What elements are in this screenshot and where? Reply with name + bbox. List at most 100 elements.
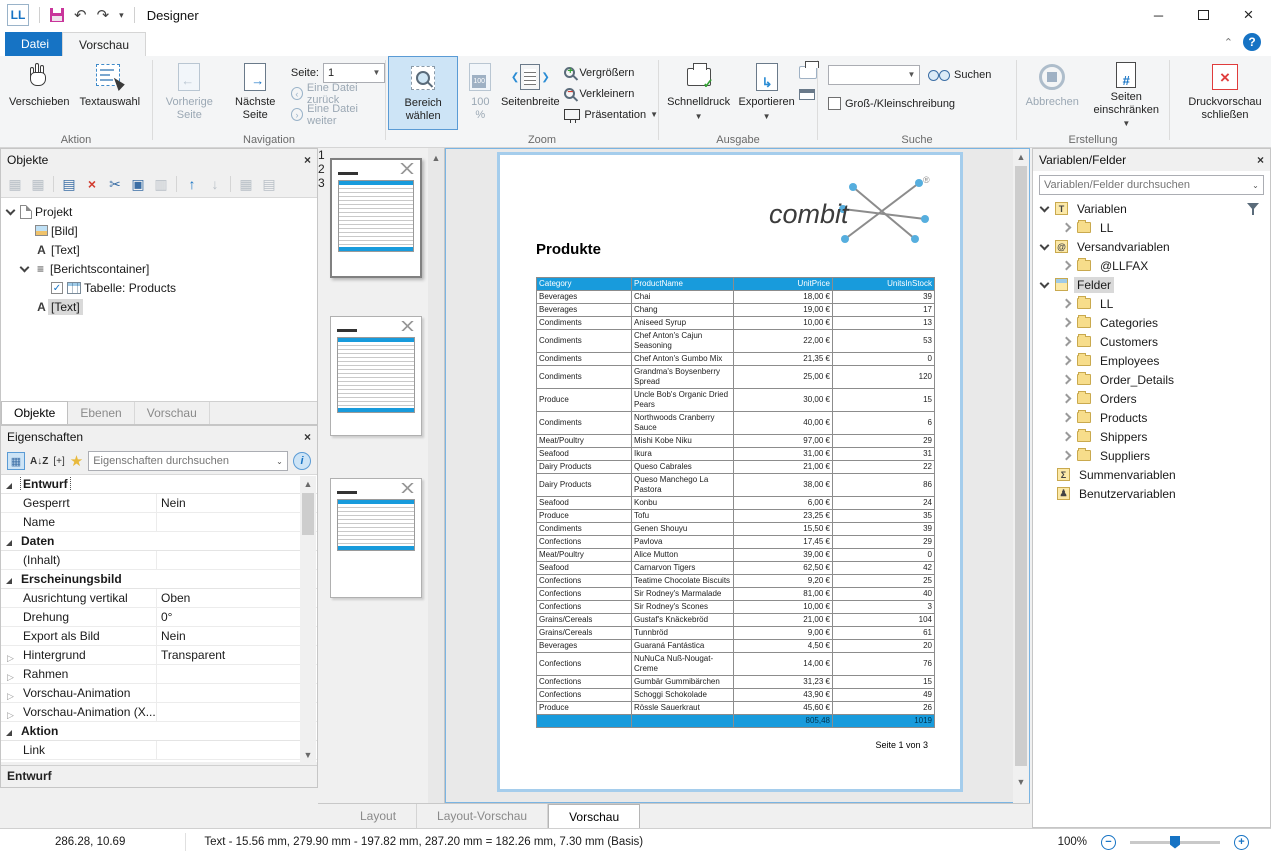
thumbnail-scrollbar[interactable]: ▲ xyxy=(428,148,444,803)
expand-all-icon[interactable]: [+] xyxy=(53,456,64,467)
insert-table-icon[interactable]: ▦ xyxy=(7,176,23,193)
praesentation-button[interactable]: Präsentation ▼ xyxy=(564,104,658,125)
naechste-seite-button[interactable]: → Nächste Seite xyxy=(224,56,287,130)
eigenschaften-search-combobox[interactable]: ⌄ xyxy=(88,451,288,471)
tree-item-berichtscontainer[interactable]: ≡ [Berichtscontainer] xyxy=(1,259,317,278)
tab-vorschau[interactable]: Vorschau xyxy=(62,32,146,56)
app-icon[interactable]: LL xyxy=(7,4,29,26)
schnelldruck-button[interactable]: ✓ Schnelldruck ▼ xyxy=(663,56,734,130)
property-row[interactable]: Export als BildNein xyxy=(1,627,317,646)
suchen-button[interactable]: Suchen xyxy=(928,64,991,85)
seite-combobox[interactable]: 1▼ xyxy=(323,63,385,83)
exportieren-button[interactable]: ↳ Exportieren ▼ xyxy=(734,56,799,130)
seitenbreite-button[interactable]: ❮❯ Seitenbreite xyxy=(502,56,558,130)
copy-icon[interactable]: ▣ xyxy=(130,176,146,193)
property-group-erscheinungsbild[interactable]: Erscheinungsbild xyxy=(1,570,317,589)
property-row[interactable]: ▷Vorschau-Animation xyxy=(1,684,317,703)
zoom-slider[interactable] xyxy=(1130,841,1220,844)
chevron-right-icon[interactable] xyxy=(1062,356,1072,366)
chevron-right-icon[interactable] xyxy=(1062,223,1072,233)
property-group-entwurf[interactable]: Entwurf xyxy=(1,475,317,494)
abbrechen-button[interactable]: Abbrechen xyxy=(1021,56,1084,130)
tree-item-bild[interactable]: [Bild] xyxy=(1,221,317,240)
chevron-right-icon[interactable] xyxy=(1062,451,1072,461)
search-combobox[interactable]: ▼ xyxy=(828,65,920,85)
chevron-down-icon[interactable] xyxy=(6,205,16,215)
textauswahl-button[interactable]: Textauswahl xyxy=(75,56,146,130)
var-tree-item-employees[interactable]: Employees xyxy=(1033,351,1270,370)
favorites-star-icon[interactable]: ★ xyxy=(70,452,83,470)
close-button[interactable]: × xyxy=(1226,0,1271,30)
tree-item-projekt[interactable]: Projekt xyxy=(1,202,317,221)
chevron-right-icon[interactable] xyxy=(1062,299,1072,309)
eigenschaften-search-input[interactable] xyxy=(89,455,272,467)
redo-icon[interactable]: ↷ xyxy=(97,6,110,24)
var-tree-item-felder[interactable]: Felder xyxy=(1033,275,1270,294)
delete-icon[interactable]: × xyxy=(84,176,100,192)
filter-icon[interactable] xyxy=(1247,203,1260,215)
property-row[interactable]: ▷Vorschau-Animation (X... xyxy=(1,703,317,722)
vorherige-seite-button[interactable]: ← Vorherige Seite xyxy=(155,56,224,130)
preview-scrollbar[interactable]: ▲ ▼ xyxy=(1013,149,1029,804)
edit-list-icon[interactable]: ▤ xyxy=(261,176,277,193)
assign-table-icon[interactable]: ▦ xyxy=(238,176,254,193)
chevron-right-icon[interactable] xyxy=(1062,375,1072,385)
property-row[interactable]: Name xyxy=(1,513,317,532)
var-tree-item-summenvariablen[interactable]: ΣSummenvariablen xyxy=(1033,465,1270,484)
var-tree-item-ll[interactable]: LL xyxy=(1033,294,1270,313)
var-tree-item-customers[interactable]: Customers xyxy=(1033,332,1270,351)
view-tab-layout-vorschau[interactable]: Layout-Vorschau xyxy=(417,804,548,828)
zoom-out-button[interactable]: − xyxy=(1101,835,1116,850)
eigenschaften-scrollbar[interactable]: ▲ ▼ xyxy=(300,476,316,763)
panel-tab-ebenen[interactable]: Ebenen xyxy=(68,402,134,424)
tree-item-text2[interactable]: A [Text] xyxy=(1,297,317,316)
verkleinern-button[interactable]: − Verkleinern xyxy=(564,83,658,104)
page-thumbnail-2[interactable] xyxy=(330,316,422,436)
panel-tab-objekte[interactable]: Objekte xyxy=(1,401,68,424)
minimize-button[interactable]: ─ xyxy=(1136,0,1181,30)
chevron-down-icon[interactable]: ▼ xyxy=(369,68,384,77)
save-icon[interactable] xyxy=(50,8,64,22)
case-checkbox[interactable] xyxy=(828,97,841,110)
var-tree-item-@llfax[interactable]: @LLFAX xyxy=(1033,256,1270,275)
property-row[interactable]: Link xyxy=(1,741,317,760)
search-input[interactable] xyxy=(829,69,904,81)
chevron-right-icon[interactable] xyxy=(1062,413,1072,423)
page-thumbnail-3[interactable] xyxy=(330,478,422,598)
report-parameter-icon[interactable] xyxy=(799,89,815,100)
insert-report-icon[interactable]: ▦ xyxy=(30,176,46,193)
sort-az-icon[interactable]: A↓Z xyxy=(30,456,48,467)
view-tab-vorschau[interactable]: Vorschau xyxy=(548,804,640,828)
case-sensitive-row[interactable]: Groß-/Kleinschreibung xyxy=(828,93,1016,114)
maximize-button[interactable] xyxy=(1181,0,1226,30)
paste-icon[interactable]: ▥ xyxy=(153,176,169,193)
preview-canvas[interactable]: combit ® Produkte CategoryProductNameUni… xyxy=(445,148,1030,803)
close-icon[interactable]: × xyxy=(1257,153,1264,167)
undo-icon[interactable]: ↶ xyxy=(74,6,87,24)
chevron-right-icon[interactable] xyxy=(1062,261,1072,271)
vergroessern-button[interactable]: + Vergrößern xyxy=(564,62,658,83)
view-tab-layout[interactable]: Layout xyxy=(340,804,417,828)
collapse-ribbon-icon[interactable]: ⌃ xyxy=(1224,36,1233,49)
variablen-search-input[interactable] xyxy=(1040,179,1248,191)
checked-checkbox-icon[interactable]: ✓ xyxy=(51,282,63,294)
var-tree-item-order_details[interactable]: Order_Details xyxy=(1033,370,1270,389)
cut-icon[interactable]: ✂ xyxy=(107,176,123,193)
move-down-icon[interactable]: ↓ xyxy=(207,176,223,192)
chevron-down-icon[interactable] xyxy=(1040,278,1050,288)
property-row[interactable]: ▷HintergrundTransparent xyxy=(1,646,317,665)
chevron-down-icon[interactable] xyxy=(1040,240,1050,250)
var-tree-item-versandvariablen[interactable]: @Versandvariablen xyxy=(1033,237,1270,256)
verschieben-button[interactable]: Verschieben xyxy=(4,56,75,130)
property-group-aktion[interactable]: Aktion xyxy=(1,722,317,741)
property-row[interactable]: ▷Rahmen xyxy=(1,665,317,684)
property-row[interactable]: Drehung0° xyxy=(1,608,317,627)
preview-page[interactable]: combit ® Produkte CategoryProductNameUni… xyxy=(497,152,963,792)
chevron-right-icon[interactable] xyxy=(1062,318,1072,328)
eine-datei-weiter-button[interactable]: › Eine Datei weiter xyxy=(291,104,385,125)
page-thumbnail-1[interactable] xyxy=(330,158,422,278)
move-up-icon[interactable]: ↑ xyxy=(184,176,200,192)
bereich-waehlen-button[interactable]: Bereich wählen xyxy=(388,56,458,130)
var-tree-item-ll[interactable]: LL xyxy=(1033,218,1270,237)
object-list-icon[interactable]: ▤ xyxy=(61,176,77,193)
